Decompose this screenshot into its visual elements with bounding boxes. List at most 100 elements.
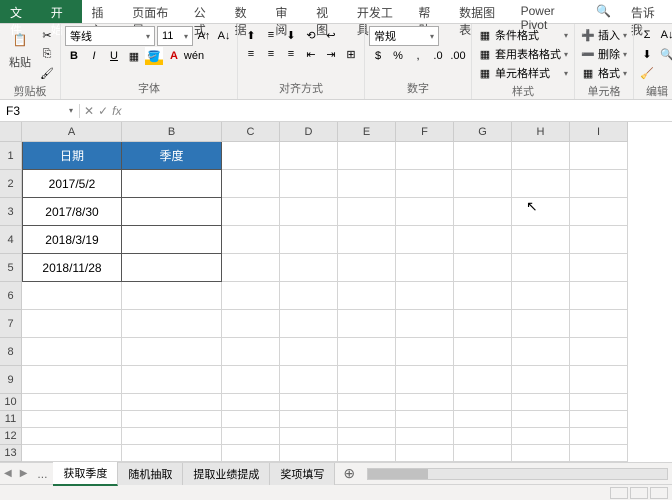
row-header-12[interactable]: 12 [0, 428, 22, 445]
cell-D2[interactable] [280, 170, 338, 198]
align-right-button[interactable]: ≡ [282, 45, 300, 63]
cell-C1[interactable] [222, 142, 280, 170]
cell-H9[interactable] [512, 366, 570, 394]
italic-button[interactable]: I [85, 47, 103, 65]
cell-D8[interactable] [280, 338, 338, 366]
cell-D3[interactable] [280, 198, 338, 226]
cell-G9[interactable] [454, 366, 512, 394]
format-painter-button[interactable]: 🖌 [38, 64, 56, 82]
cell-H6[interactable] [512, 282, 570, 310]
row-header-2[interactable]: 2 [0, 170, 22, 198]
cell-G6[interactable] [454, 282, 512, 310]
cell-H5[interactable] [512, 254, 570, 282]
fill-color-button[interactable]: 🪣 [145, 47, 163, 65]
cell-H11[interactable] [512, 411, 570, 428]
sheet-overflow[interactable]: ... [31, 467, 53, 481]
cell-C6[interactable] [222, 282, 280, 310]
cell-D7[interactable] [280, 310, 338, 338]
cell-H7[interactable] [512, 310, 570, 338]
cell-F4[interactable] [396, 226, 454, 254]
add-sheet-button[interactable]: ⊕ [335, 465, 363, 482]
format-table-button[interactable]: ▦套用表格格式▾ [476, 45, 570, 63]
cell-B2[interactable] [122, 170, 222, 198]
row-header-4[interactable]: 4 [0, 226, 22, 254]
tab-chart[interactable]: 数据图表 [449, 0, 511, 23]
cell-A11[interactable] [22, 411, 122, 428]
cell-G7[interactable] [454, 310, 512, 338]
sheet-nav-prev[interactable]: ◀ [0, 468, 16, 479]
normal-view-button[interactable] [610, 487, 628, 499]
cell-A8[interactable] [22, 338, 122, 366]
cell-A7[interactable] [22, 310, 122, 338]
fx-button[interactable]: fx [112, 104, 121, 118]
cell-C13[interactable] [222, 445, 280, 462]
cell-D1[interactable] [280, 142, 338, 170]
cell-D9[interactable] [280, 366, 338, 394]
row-header-10[interactable]: 10 [0, 394, 22, 411]
cell-F13[interactable] [396, 445, 454, 462]
cell-H1[interactable] [512, 142, 570, 170]
tab-file[interactable]: 文件 [0, 0, 41, 23]
cell-A6[interactable] [22, 282, 122, 310]
cell-I8[interactable] [570, 338, 628, 366]
cell-I11[interactable] [570, 411, 628, 428]
delete-cells-button[interactable]: ➖删除▾ [579, 45, 629, 63]
cell-I9[interactable] [570, 366, 628, 394]
col-header-C[interactable]: C [222, 122, 280, 142]
cell-D11[interactable] [280, 411, 338, 428]
cell-I4[interactable] [570, 226, 628, 254]
cell-F9[interactable] [396, 366, 454, 394]
col-header-F[interactable]: F [396, 122, 454, 142]
font-color-button[interactable]: A [165, 47, 183, 65]
cell-E5[interactable] [338, 254, 396, 282]
page-layout-button[interactable] [630, 487, 648, 499]
col-header-H[interactable]: H [512, 122, 570, 142]
increase-font-button[interactable]: A↑ [195, 27, 213, 45]
cell-E7[interactable] [338, 310, 396, 338]
tab-formulas[interactable]: 公式 [184, 0, 225, 23]
cut-button[interactable]: ✂ [38, 26, 56, 44]
cell-A10[interactable] [22, 394, 122, 411]
col-header-I[interactable]: I [570, 122, 628, 142]
cell-C2[interactable] [222, 170, 280, 198]
copy-button[interactable]: ⎘ [38, 45, 56, 63]
col-header-E[interactable]: E [338, 122, 396, 142]
cell-A1[interactable]: 日期 [22, 142, 122, 170]
cell-grid[interactable]: 日期 季度 2017/5/2 2017/8/30 2018/3/19 2018/… [22, 142, 672, 462]
tab-data[interactable]: 数据 [225, 0, 266, 23]
cell-G11[interactable] [454, 411, 512, 428]
insert-cells-button[interactable]: ➕插入▾ [579, 26, 629, 44]
cell-B9[interactable] [122, 366, 222, 394]
cell-B4[interactable] [122, 226, 222, 254]
cell-B6[interactable] [122, 282, 222, 310]
cell-D13[interactable] [280, 445, 338, 462]
align-left-button[interactable]: ≡ [242, 45, 260, 63]
cell-H12[interactable] [512, 428, 570, 445]
font-size-dropdown[interactable]: 11▾ [157, 26, 193, 46]
cell-B1[interactable]: 季度 [122, 142, 222, 170]
align-middle-button[interactable]: ≡ [262, 26, 280, 44]
cell-I7[interactable] [570, 310, 628, 338]
cell-E6[interactable] [338, 282, 396, 310]
cell-F2[interactable] [396, 170, 454, 198]
cancel-formula-button[interactable]: ✕ [84, 104, 94, 118]
orientation-button[interactable]: ⟲ [302, 26, 320, 44]
phonetic-button[interactable]: wén [185, 47, 203, 65]
decrease-font-button[interactable]: A↓ [215, 27, 233, 45]
cell-I2[interactable] [570, 170, 628, 198]
cell-H8[interactable] [512, 338, 570, 366]
cell-G8[interactable] [454, 338, 512, 366]
tab-pivot[interactable]: Power Pivot [511, 0, 586, 23]
horizontal-scrollbar[interactable] [367, 468, 668, 480]
cell-F3[interactable] [396, 198, 454, 226]
conditional-format-button[interactable]: ▦条件格式▾ [476, 26, 570, 44]
cell-styles-button[interactable]: ▦单元格样式▾ [476, 64, 570, 82]
cell-B12[interactable] [122, 428, 222, 445]
cell-I13[interactable] [570, 445, 628, 462]
cell-G3[interactable] [454, 198, 512, 226]
cell-G10[interactable] [454, 394, 512, 411]
autosum-button[interactable]: Σ [638, 26, 656, 44]
cell-C10[interactable] [222, 394, 280, 411]
cell-C4[interactable] [222, 226, 280, 254]
cell-G13[interactable] [454, 445, 512, 462]
